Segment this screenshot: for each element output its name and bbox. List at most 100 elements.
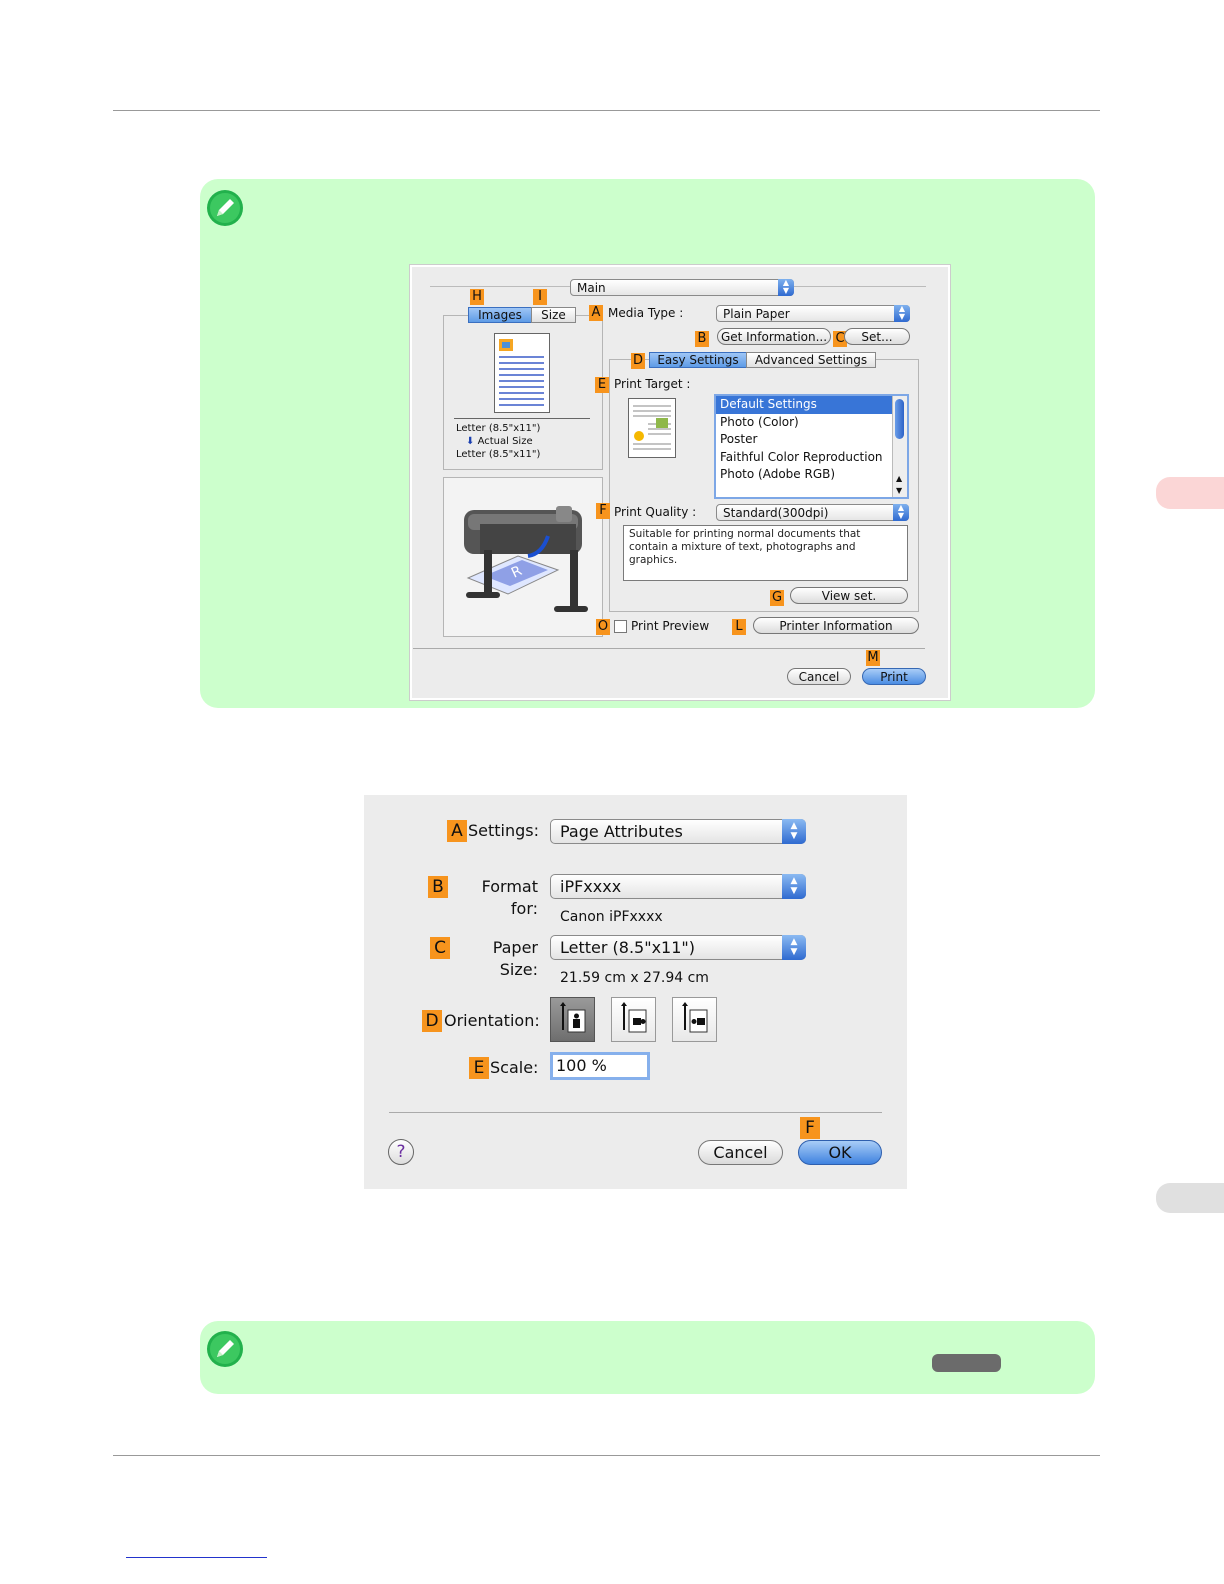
ok-button[interactable]: OK <box>798 1140 882 1165</box>
popup-arrows-icon: ▲ ▼ <box>782 874 806 899</box>
help-button[interactable]: ? <box>388 1139 414 1165</box>
print-quality-label: Print Quality : <box>614 505 697 519</box>
media-type-popup[interactable]: Plain Paper ▲ ▼ <box>716 305 910 322</box>
callout-L: L <box>732 619 746 635</box>
print-quality-value: Standard(300dpi) <box>723 506 829 520</box>
list-item[interactable]: Faithful Color Reproduction <box>716 449 907 467</box>
callout-D: D <box>631 353 645 369</box>
footer-link-underline[interactable] <box>126 1557 267 1558</box>
callout-H: H <box>470 289 484 305</box>
callout-C: C <box>430 937 450 959</box>
callout-O: O <box>596 619 610 635</box>
section-side-tab[interactable] <box>1156 1183 1224 1213</box>
reference-link-button[interactable] <box>932 1354 1001 1372</box>
popup-arrows-icon: ▲ ▼ <box>782 935 806 960</box>
popup-arrows-icon: ▲ ▼ <box>893 504 909 521</box>
popup-arrows-icon: ▲ ▼ <box>782 819 806 844</box>
footer-rule <box>113 1455 1100 1456</box>
printer-image-frame: R <box>443 477 603 637</box>
quality-description-box: Suitable for printing normal documents t… <box>623 525 908 581</box>
chapter-side-tab[interactable] <box>1156 477 1224 509</box>
format-for-popup[interactable]: iPFxxxx ▲ ▼ <box>550 874 806 899</box>
list-item[interactable]: Default Settings <box>716 396 907 414</box>
paper-size-popup[interactable]: Letter (8.5"x11") ▲ ▼ <box>550 935 806 960</box>
scale-input[interactable]: 100 % <box>550 1052 650 1080</box>
pencil-note-icon <box>207 1331 243 1367</box>
printer-information-button[interactable]: Printer Information <box>753 617 919 634</box>
callout-I: I <box>533 289 547 305</box>
list-item[interactable]: Photo (Color) <box>716 414 907 432</box>
callout-B: B <box>695 331 709 347</box>
scale-label: Scale: <box>490 1058 539 1077</box>
paper-output-text: Letter (8.5"x11") <box>456 449 541 460</box>
cancel-button[interactable]: Cancel <box>787 668 851 685</box>
paper-size-subtext: 21.59 cm x 27.94 cm <box>560 970 709 986</box>
print-preview-label: Print Preview <box>631 619 710 633</box>
callout-A: A <box>447 820 467 842</box>
media-type-value: Plain Paper <box>723 307 790 321</box>
callout-B: B <box>428 876 448 898</box>
view-set-button[interactable]: View set. <box>790 587 908 604</box>
portrait-orientation-button[interactable] <box>550 997 595 1042</box>
list-item[interactable]: Poster <box>716 431 907 449</box>
page-setup-dialog: A Settings: Page Attributes ▲ ▼ B Format … <box>364 795 907 1189</box>
scaling-text: ⬇ Actual Size <box>466 435 533 448</box>
divider <box>413 648 925 649</box>
paper-source-text: Letter (8.5"x11") <box>456 423 541 434</box>
portrait-icon <box>560 1002 586 1033</box>
reverse-landscape-orientation-button[interactable] <box>672 997 717 1042</box>
page-preview-icon <box>494 333 550 413</box>
tab-size[interactable]: Size <box>531 307 576 323</box>
print-preview-checkbox[interactable] <box>614 620 627 633</box>
reverse-landscape-icon <box>682 1002 708 1033</box>
scale-value: 100 % <box>556 1056 607 1075</box>
tab-advanced-settings[interactable]: Advanced Settings <box>746 352 876 368</box>
callout-A: A <box>589 305 603 321</box>
media-type-label: Media Type : <box>608 306 684 320</box>
printer-driver-dialog: Main ▲ ▼ H I Images Size Letter (8.5"x11"… <box>410 265 950 700</box>
callout-E: E <box>469 1057 489 1079</box>
scrollbar-thumb[interactable] <box>895 399 904 439</box>
orientation-label: Orientation: <box>444 1011 540 1030</box>
format-for-value: iPFxxxx <box>560 877 622 896</box>
print-quality-popup[interactable]: Standard(300dpi) ▲ ▼ <box>716 504 909 521</box>
panel-popup-label: Main <box>577 281 606 295</box>
pencil-note-icon <box>207 190 243 226</box>
settings-popup[interactable]: Page Attributes ▲ ▼ <box>550 819 806 844</box>
format-for-label: Format for: <box>481 877 538 918</box>
landscape-icon <box>621 1002 647 1033</box>
panel-popup[interactable]: Main ▲ ▼ <box>570 279 794 296</box>
scroll-up-icon[interactable]: ▲ <box>896 474 902 483</box>
callout-F: F <box>596 503 610 519</box>
settings-value: Page Attributes <box>560 822 683 841</box>
header-rule <box>113 110 1100 111</box>
arrow-down-icon: ⬇ <box>466 436 475 447</box>
callout-G: G <box>770 590 784 606</box>
landscape-orientation-button[interactable] <box>611 997 656 1042</box>
print-button[interactable]: Print <box>862 668 926 685</box>
callout-M: M <box>866 650 880 666</box>
settings-label: Settings: <box>468 821 540 840</box>
note-box <box>200 1321 1095 1394</box>
print-target-list[interactable]: Default Settings Photo (Color) Poster Fa… <box>714 394 909 499</box>
list-scrollbar[interactable]: ▲ ▼ <box>892 396 907 497</box>
scaling-label: Actual Size <box>477 436 533 447</box>
cancel-button[interactable]: Cancel <box>698 1140 783 1165</box>
scroll-down-icon[interactable]: ▼ <box>896 486 902 495</box>
callout-D: D <box>422 1010 442 1032</box>
print-target-label: Print Target : <box>614 377 691 391</box>
tab-images[interactable]: Images <box>468 307 532 323</box>
get-information-button[interactable]: Get Information... <box>717 328 831 345</box>
format-for-subtext: Canon iPFxxxx <box>560 909 663 925</box>
popup-arrows-icon: ▲ ▼ <box>894 305 910 322</box>
callout-E: E <box>595 377 609 393</box>
printer-illustration-icon: R <box>464 506 588 612</box>
paper-size-label: Paper Size: <box>492 938 538 979</box>
set-button[interactable]: Set... <box>844 328 910 345</box>
tab-easy-settings[interactable]: Easy Settings <box>649 352 747 368</box>
print-target-preview-icon <box>628 398 676 458</box>
list-item[interactable]: Photo (Adobe RGB) <box>716 466 907 484</box>
popup-arrows-icon: ▲ ▼ <box>778 279 794 296</box>
divider <box>454 418 590 419</box>
callout-F: F <box>800 1117 820 1139</box>
